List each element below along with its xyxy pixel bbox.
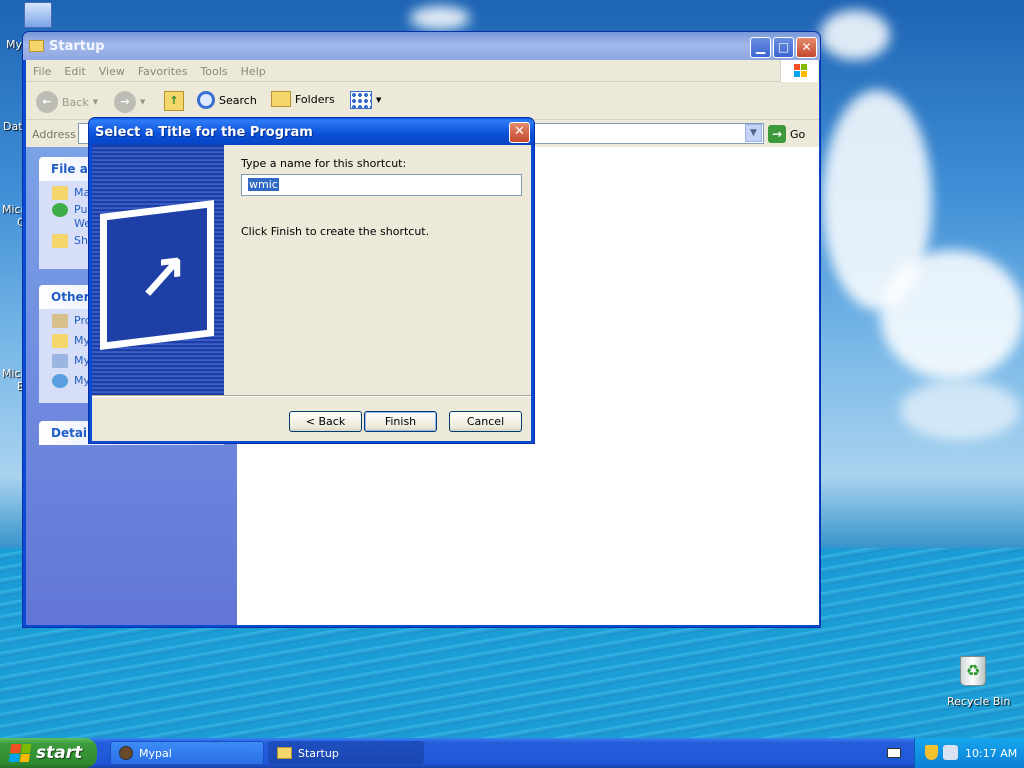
cloud [880, 250, 1024, 380]
network-icon[interactable] [943, 745, 958, 760]
cloud [820, 10, 890, 60]
menu-help[interactable]: Help [234, 60, 272, 78]
globe-icon [52, 202, 68, 217]
my-documents-icon [52, 333, 68, 348]
views-button[interactable]: ▼ [350, 91, 381, 109]
chevron-down-icon: ▼ [140, 98, 146, 106]
network-places-icon [52, 373, 68, 388]
search-icon [197, 91, 215, 109]
shortcut-wizard-dialog: Select a Title for the Program ✕ ↗ Type … [88, 117, 535, 444]
divider [92, 395, 531, 397]
dialog-body: ↗ Type a name for this shortcut: wmic Cl… [92, 145, 531, 441]
cloud [900, 380, 1020, 440]
minimize-button[interactable]: ▁ [750, 37, 771, 58]
dialog-close-button[interactable]: ✕ [509, 122, 530, 143]
recycle-bin-label[interactable]: Recycle Bin [947, 695, 1010, 708]
taskbar-item-startup[interactable]: Startup [268, 741, 424, 765]
close-button[interactable]: ✕ [796, 37, 817, 58]
clock[interactable]: 10:17 AM [965, 747, 1017, 760]
dialog-title: Select a Title for the Program [95, 125, 313, 140]
dialog-titlebar[interactable]: Select a Title for the Program ✕ [89, 118, 534, 145]
maximize-button[interactable]: □ [773, 37, 794, 58]
my-computer-icon [52, 353, 68, 368]
back-label: Back [62, 95, 89, 109]
folders-icon [271, 91, 291, 107]
recycle-arrows-icon: ♻ [960, 656, 986, 686]
menu-favorites[interactable]: Favorites [131, 60, 194, 78]
folders-button[interactable]: Folders [271, 91, 335, 107]
taskbar-item-mypal[interactable]: Mypal [110, 741, 264, 765]
menu-tools[interactable]: Tools [194, 60, 234, 78]
system-tray: 10:17 AM [914, 738, 1024, 768]
taskbar: start Mypal Startup 10:17 AM [0, 738, 1024, 768]
finish-instruction: Click Finish to create the shortcut. [241, 225, 430, 238]
programs-folder-icon [52, 313, 68, 328]
search-button[interactable]: Search [197, 91, 257, 109]
folder-icon [277, 747, 292, 759]
menu-view[interactable]: View [92, 60, 131, 78]
go-button[interactable]: → Go [768, 125, 805, 143]
go-label: Go [790, 127, 806, 141]
up-button[interactable]: ↑ [164, 91, 184, 111]
back-arrow-icon: ← [36, 91, 58, 113]
windows-logo-icon [780, 60, 818, 82]
recycle-bin-icon[interactable]: ♻ [958, 656, 988, 688]
cancel-button[interactable]: Cancel [449, 411, 522, 432]
task-item-label: Pu [74, 203, 88, 216]
chevron-down-icon: ▼ [92, 98, 99, 106]
windows-flag-icon [8, 744, 32, 762]
security-shield-icon[interactable] [925, 745, 938, 760]
taskbar-item-label: Startup [298, 746, 339, 760]
folders-label: Folders [295, 92, 335, 106]
new-folder-icon [52, 185, 68, 200]
views-icon [350, 91, 372, 109]
menu-bar: File Edit View Favorites Tools Help [26, 60, 819, 82]
search-label: Search [219, 93, 257, 107]
my-computer-icon[interactable] [24, 2, 52, 28]
shortcut-name-input[interactable]: wmic [241, 174, 522, 196]
folder-icon [29, 40, 44, 52]
menu-edit[interactable]: Edit [57, 60, 91, 78]
wizard-image: ↗ [92, 145, 224, 395]
forward-button[interactable]: → ▼ [114, 91, 145, 113]
forward-arrow-icon: → [114, 91, 136, 113]
toolbar: ← Back ▼ → ▼ ↑ Search Folders ▼ [26, 82, 819, 120]
address-dropdown-button[interactable]: ▼ [745, 124, 762, 142]
address-label: Address [32, 128, 76, 141]
up-folder-icon: ↑ [164, 91, 184, 111]
shortcut-arrow-icon: ↗ [100, 200, 214, 350]
cloud [410, 6, 470, 30]
mypal-app-icon [119, 746, 133, 760]
menu-file[interactable]: File [26, 60, 57, 78]
taskbar-item-label: Mypal [139, 746, 172, 760]
back-button[interactable]: ← Back ▼ [36, 91, 98, 113]
start-label: start [36, 743, 83, 763]
shortcut-name-value: wmic [248, 178, 279, 191]
back-button[interactable]: < Back [289, 411, 362, 432]
task-item-label: Sh [74, 234, 88, 247]
explorer-titlebar[interactable]: Startup ▁ □ ✕ [23, 32, 820, 60]
go-arrow-icon: → [768, 125, 786, 143]
keyboard-icon[interactable] [887, 748, 901, 758]
explorer-title: Startup [49, 39, 105, 54]
shortcut-name-label: Type a name for this shortcut: [241, 157, 407, 170]
chevron-down-icon: ▼ [376, 96, 382, 104]
desktop-label-my[interactable]: My [6, 38, 22, 51]
share-folder-icon [52, 233, 68, 248]
finish-button[interactable]: Finish [364, 411, 437, 432]
start-button[interactable]: start [0, 738, 97, 768]
desktop-label-data[interactable]: Dat [3, 120, 23, 133]
